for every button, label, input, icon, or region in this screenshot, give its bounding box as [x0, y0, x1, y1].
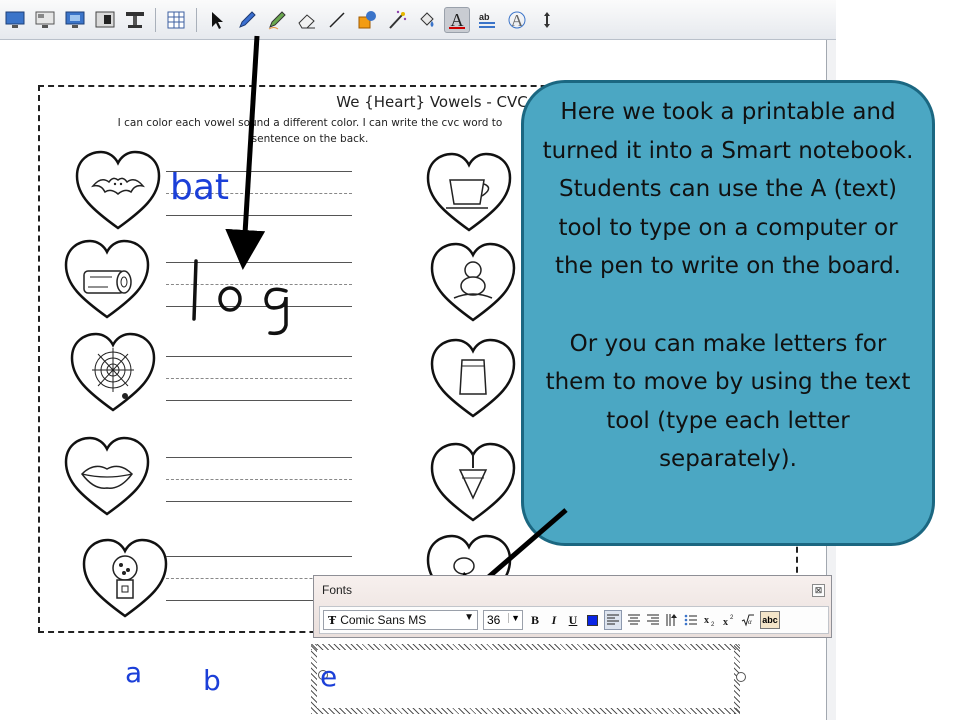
callout-box: Here we took a printable and turned it i… — [521, 80, 935, 546]
fill-icon[interactable] — [414, 7, 440, 33]
shapes-icon[interactable] — [354, 7, 380, 33]
text-tool-icon[interactable]: A — [444, 6, 470, 33]
subscript-button[interactable]: x2 — [703, 610, 717, 630]
creative-pen-icon[interactable] — [264, 7, 290, 33]
align-center-icon — [628, 614, 640, 625]
handwritten-word-log[interactable] — [184, 255, 294, 337]
movable-letter-e[interactable]: e — [320, 660, 337, 693]
superscript-button[interactable]: x2 — [722, 610, 736, 630]
capture-icon[interactable] — [92, 7, 118, 33]
toolbar-separator — [196, 7, 197, 32]
monitor-icon[interactable] — [62, 7, 88, 33]
letter-textbox[interactable] — [305, 638, 746, 720]
chevron-down-icon: ▼ — [508, 613, 520, 623]
bullet-list-icon — [684, 614, 697, 626]
instructions-line-1: I can color each vowel sound a different… — [117, 117, 503, 129]
pen-icon[interactable] — [234, 7, 260, 33]
fonts-panel-close-button[interactable]: ⊠ — [812, 584, 825, 597]
table-icon[interactable] — [163, 7, 189, 33]
text-direction-icon — [666, 614, 677, 626]
typed-word-bat[interactable]: bat — [170, 170, 229, 206]
instructions-line-2: sentence on the back. — [251, 133, 369, 145]
bold-button[interactable]: B — [528, 610, 542, 630]
smart-toolbar: A ab A — [0, 0, 836, 40]
move-toolbar-icon[interactable] — [534, 7, 560, 33]
heart-web-picture[interactable] — [68, 330, 158, 416]
callout-spacer — [536, 286, 920, 325]
writing-lines-3[interactable] — [166, 356, 352, 402]
bullet-list-button[interactable] — [684, 610, 698, 630]
font-family-select[interactable]: Ŧ Comic Sans MS ▼ — [323, 610, 478, 630]
display-icon[interactable] — [2, 7, 28, 33]
superscript-icon: x2 — [723, 615, 734, 627]
line-icon[interactable] — [324, 7, 350, 33]
text-style-icon[interactable]: ab — [474, 7, 500, 33]
callout-paragraph-2: Or you can make letters for them to move… — [545, 330, 911, 473]
align-left-icon — [607, 614, 619, 625]
fonts-panel: Fonts ⊠ Ŧ Comic Sans MS ▼ 36 ▼ B I U x 2… — [313, 575, 832, 638]
heart-log-picture[interactable] — [62, 237, 152, 323]
truetype-icon: Ŧ — [328, 613, 337, 627]
heart-bag-picture[interactable] — [428, 336, 518, 422]
worksheet-instructions: I can color each vowel sound a different… — [50, 115, 570, 147]
align-right-button[interactable] — [646, 610, 660, 630]
subscript-icon: x2 — [704, 615, 715, 627]
svg-text:ab: ab — [479, 12, 490, 22]
font-size-select[interactable]: 36 ▼ — [483, 610, 523, 630]
svg-text:α: α — [748, 618, 752, 626]
magic-pen-icon[interactable] — [384, 7, 410, 33]
callout-paragraph-1: Here we took a printable and turned it i… — [542, 99, 914, 279]
text-direction-button[interactable] — [665, 610, 679, 630]
align-left-button[interactable] — [604, 610, 622, 630]
movable-letter-b[interactable]: b — [203, 664, 221, 697]
screen-shade-icon[interactable] — [32, 7, 58, 33]
align-center-button[interactable] — [627, 610, 641, 630]
heart-lips-picture[interactable] — [62, 434, 152, 520]
font-color-button[interactable] — [585, 610, 599, 630]
heart-top-picture[interactable] — [428, 440, 518, 526]
font-color-swatch — [586, 614, 598, 626]
spell-check-button[interactable]: abc — [760, 611, 780, 629]
font-family-value: Comic Sans MS — [340, 613, 427, 627]
movable-letter-a[interactable]: a — [125, 656, 142, 689]
recognition-icon[interactable]: A — [504, 7, 530, 33]
svg-text:x: x — [704, 615, 709, 626]
heart-cup-picture[interactable] — [424, 150, 514, 236]
resize-handle-right[interactable] — [736, 672, 746, 682]
svg-text:x: x — [723, 617, 728, 627]
svg-text:2: 2 — [711, 622, 715, 627]
math-symbols-button[interactable]: α — [741, 610, 755, 630]
writing-lines-4[interactable] — [166, 457, 352, 503]
svg-text:2: 2 — [730, 615, 734, 621]
italic-button[interactable]: I — [547, 610, 561, 630]
fonts-format-bar: Ŧ Comic Sans MS ▼ 36 ▼ B I U x2 x 2 α ab… — [319, 606, 829, 634]
chevron-down-icon: ▼ — [464, 612, 474, 623]
select-arrow-icon[interactable] — [204, 7, 230, 33]
fonts-panel-title: Fonts — [322, 583, 353, 597]
heart-gumball-picture[interactable] — [80, 536, 170, 622]
heart-pig-picture[interactable] — [428, 240, 518, 326]
document-camera-icon[interactable] — [122, 7, 148, 33]
square-root-icon: α — [741, 614, 754, 627]
underline-button[interactable]: U — [566, 610, 580, 630]
toolbar-separator — [155, 7, 156, 32]
eraser-icon[interactable] — [294, 7, 320, 33]
align-right-icon — [647, 614, 659, 625]
font-size-value: 36 — [487, 613, 501, 627]
heart-bat-picture[interactable] — [73, 148, 163, 234]
